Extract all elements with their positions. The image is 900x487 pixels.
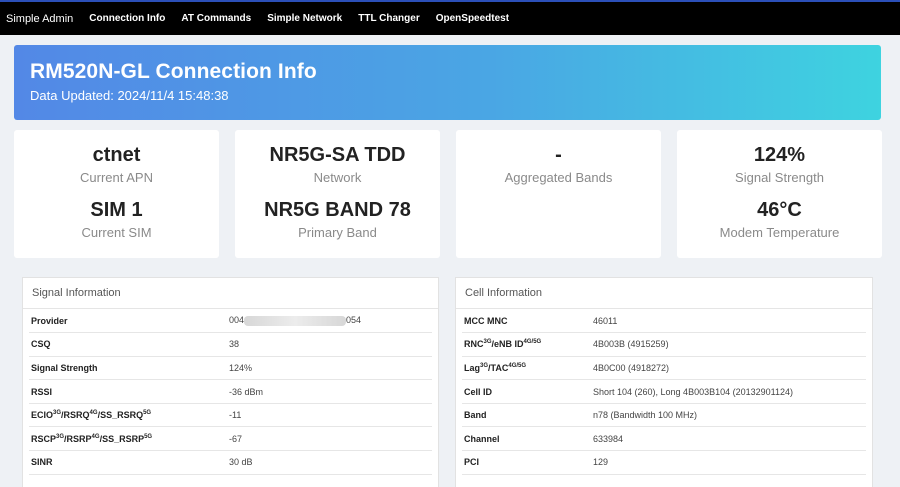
card-label: Signal Strength [735, 170, 824, 185]
card-apn-sim: ctnet Current APN SIM 1 Current SIM [14, 130, 219, 258]
header-banner: RM520N-GL Connection Info Data Updated: … [14, 45, 881, 120]
row-key: MCC MNC [462, 309, 593, 334]
row-value: n78 (Bandwidth 100 MHz) [593, 403, 866, 428]
table-row: Channel 633984 [462, 426, 866, 452]
table-row: ECIO3G/RSRQ4G/SS_RSRQ5G -11 [29, 403, 432, 428]
row-key: Lag3G/TAC4G/5G [462, 356, 593, 381]
row-value: 46011 [593, 309, 866, 334]
card-label: Aggregated Bands [504, 170, 613, 185]
row-value: 129 [593, 450, 866, 475]
nav-simple-network[interactable]: Simple Network [267, 13, 342, 24]
page-title: RM520N-GL Connection Info [30, 60, 317, 83]
table-row: RSSI -36 dBm [29, 379, 432, 404]
card-value: 46°C [757, 199, 802, 221]
row-key: Band [462, 403, 593, 428]
row-key: Channel [462, 426, 593, 452]
card-value: NR5G BAND 78 [264, 199, 411, 221]
card-network-band: NR5G-SA TDD Network NR5G BAND 78 Primary… [235, 130, 440, 258]
row-value: 38 [229, 332, 432, 357]
row-key: PCI [462, 450, 593, 475]
row-value: -67 [229, 426, 432, 452]
signal-table: Provider 004 054 CSQ 38 Signal Strength 1… [29, 309, 432, 475]
provider-prefix: 004 [229, 315, 245, 326]
card-label: Modem Temperature [719, 225, 840, 240]
row-value: -36 dBm [229, 379, 432, 404]
row-key: RNC3G/eNB ID4G/5G [462, 332, 593, 357]
card-signal-temperature: 124% Signal Strength 46°C Modem Temperat… [677, 130, 882, 258]
row-value: 4B003B (4915259) [593, 332, 866, 357]
card-value: - [555, 144, 562, 166]
table-row: MCC MNC 46011 [462, 309, 866, 334]
card-aggregated-bands: - Aggregated Bands [456, 130, 661, 258]
row-value: 4B0C00 (4918272) [593, 356, 866, 381]
row-key: RSCP3G/RSRP4G/SS_RSRP5G [29, 426, 229, 452]
row-key: RSSI [29, 379, 229, 404]
row-key: Signal Strength [29, 356, 229, 381]
card-label: Network [313, 170, 362, 185]
row-key: Cell ID [462, 379, 593, 404]
row-value: Short 104 (260), Long 4B003B104 (2013290… [593, 379, 866, 404]
card-value: SIM 1 [90, 199, 143, 221]
cell-information-panel: Cell Information MCC MNC 46011 RNC3G/eNB… [455, 277, 873, 487]
signal-information-panel: Signal Information Provider 004 054 CSQ 3… [22, 277, 439, 487]
card-value: NR5G-SA TDD [269, 144, 406, 166]
row-value: -11 [229, 403, 432, 428]
nav-connection-info[interactable]: Connection Info [89, 13, 165, 24]
row-value: 30 dB [229, 450, 432, 475]
row-value: 633984 [593, 426, 866, 452]
table-row: RNC3G/eNB ID4G/5G 4B003B (4915259) [462, 332, 866, 357]
table-row: Lag3G/TAC4G/5G 4B0C00 (4918272) [462, 356, 866, 381]
card-label: Current SIM [81, 225, 152, 240]
row-key: CSQ [29, 332, 229, 357]
table-row: RSCP3G/RSRP4G/SS_RSRP5G -67 [29, 426, 432, 452]
card-label: Current APN [80, 170, 153, 185]
table-row: Provider 004 054 [29, 309, 432, 334]
table-row: PCI 129 [462, 450, 866, 475]
provider-suffix: 054 [346, 315, 362, 326]
cell-table: MCC MNC 46011 RNC3G/eNB ID4G/5G 4B003B (… [462, 309, 866, 475]
data-updated-text: Data Updated: 2024/11/4 15:48:38 [30, 88, 229, 103]
panel-title: Signal Information [23, 278, 438, 309]
table-row: Signal Strength 124% [29, 356, 432, 381]
panel-title: Cell Information [456, 278, 872, 309]
row-value: 004 054 [229, 309, 432, 334]
nav-ttl-changer[interactable]: TTL Changer [358, 13, 419, 24]
nav-brand[interactable]: Simple Admin [6, 13, 73, 25]
table-row: Band n78 (Bandwidth 100 MHz) [462, 403, 866, 428]
row-key: ECIO3G/RSRQ4G/SS_RSRQ5G [29, 403, 229, 428]
table-row: CSQ 38 [29, 332, 432, 357]
row-key: Provider [29, 309, 229, 334]
card-value: ctnet [92, 144, 141, 166]
redacted-blur [244, 315, 347, 326]
table-row: Cell ID Short 104 (260), Long 4B003B104 … [462, 379, 866, 404]
table-row: SINR 30 dB [29, 450, 432, 475]
nav-at-commands[interactable]: AT Commands [181, 13, 251, 24]
top-navbar: Simple Admin Connection Info AT Commands… [0, 0, 900, 35]
card-label: Primary Band [298, 225, 377, 240]
nav-openspeedtest[interactable]: OpenSpeedtest [436, 13, 509, 24]
row-value: 124% [229, 356, 432, 381]
card-value: 124% [753, 144, 806, 166]
row-key: SINR [29, 450, 229, 475]
